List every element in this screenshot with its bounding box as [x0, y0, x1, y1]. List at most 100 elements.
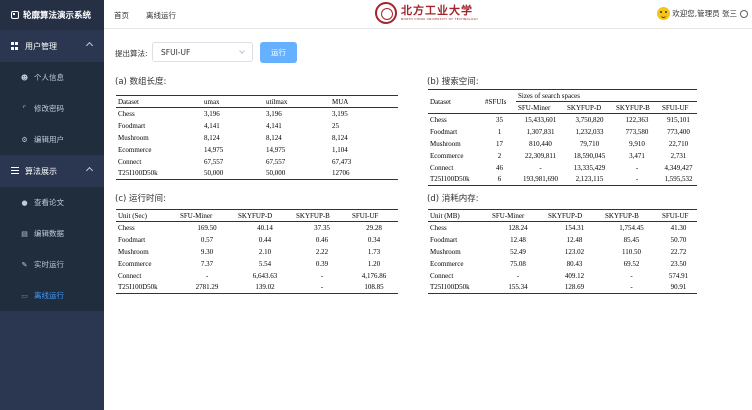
table-row: Ecommerce 2 22,309,811 18,590,045 3,471 2,731	[428, 150, 697, 162]
nav-home-link[interactable]: 首页	[114, 10, 129, 21]
table-cell: 15,433,601	[524, 115, 557, 124]
table-row: Foodmart 1 1,307,831 1,232,033 773,580 773,40…	[428, 126, 697, 138]
table-cell: 67,557	[266, 157, 286, 166]
table-row: Chess 128.24 154.31 1,754.45 41.30	[428, 222, 697, 234]
sidebar-item-label: 个人信息	[34, 73, 64, 82]
table-cell: 69.52	[623, 259, 640, 268]
table-cell: 0.57	[200, 235, 214, 244]
table-cell: 123.02	[564, 247, 585, 256]
sidebar-item-realtime-run[interactable]: ✎ 实时运行	[0, 249, 104, 280]
table-cell: 6	[483, 173, 516, 186]
chevron-up-icon	[85, 166, 94, 175]
table-cell: 90.91	[660, 281, 697, 294]
table-cell: Foodmart	[430, 235, 458, 244]
table-header-cell: SFUI-UF	[350, 209, 398, 222]
university-logo: 北方工业大学 NORTH CHINA UNIVERSITY OF TECHNOL…	[375, 2, 478, 24]
monitor-icon: ▭	[21, 291, 28, 300]
table-cell: 14,975	[204, 145, 224, 154]
table-row: Connect 46 - 13,335,429 - 4,349,427	[428, 162, 697, 174]
run-button[interactable]: 运行	[260, 42, 297, 63]
sidebar-item-view-paper[interactable]: ● 查看论文	[0, 187, 104, 218]
table-cell: Mushroom	[118, 247, 149, 256]
table-cell: 4,349,427	[664, 163, 693, 172]
table-cell: 40.14	[257, 223, 273, 232]
table-cell: Foodmart	[118, 235, 146, 244]
table-cell: 12.48	[510, 235, 526, 244]
settings-gear-icon[interactable]	[740, 9, 748, 18]
user-menu[interactable]: 欢迎您,管理员 张三	[657, 7, 748, 20]
table-cell: 122,363	[625, 115, 649, 124]
table-cell: 12.48	[566, 235, 583, 244]
table-cell: 41.30	[670, 223, 687, 232]
table-header-cell: SFU-Miner	[490, 209, 546, 222]
menu-group-user-management[interactable]: 用户管理	[0, 30, 104, 62]
table-header-cell: utilmax	[264, 95, 330, 108]
table-cell: 13,335,429	[573, 163, 606, 172]
table-cell: 35	[496, 115, 503, 124]
sidebar-item-edit-data[interactable]: ▤ 编辑数据	[0, 218, 104, 249]
app-brand: 轮廓算法演示系统	[0, 0, 104, 30]
table-cell: 50,000	[202, 167, 264, 180]
sidebar-item-profile[interactable]: ☻ 个人信息	[0, 62, 104, 93]
table-header-cell: SKYFUP-B	[294, 209, 350, 222]
table-search-space: Dataset #SFUIs Sizes of search spaces SFU-M…	[428, 89, 697, 186]
nav-offline-run-link[interactable]: 离线运行	[146, 10, 176, 21]
table-cell: 128.24	[508, 223, 528, 232]
sidebar-item-offline-run[interactable]: ▭ 离线运行	[0, 280, 104, 311]
table-cell: 14,975	[266, 145, 286, 154]
table-runtime: Unit (Sec) SFU-Miner SKYFUP-D SKYFUP-B SFUI-…	[116, 209, 398, 294]
table-cell: Mushroom	[118, 133, 149, 142]
table-cell: 22,309,811	[524, 151, 557, 160]
table-cell: 75.08	[510, 259, 526, 268]
table-row: Chess 35 15,433,601 3,750,820 122,363 915,101	[428, 114, 697, 126]
table-cell: -	[539, 163, 542, 172]
table-header-cell: SKYFUP-B	[614, 101, 660, 114]
edit-icon: ✎	[21, 260, 28, 269]
sidebar-item-edit-user[interactable]: ⚙ 编辑用户	[0, 124, 104, 155]
table-cell: 8,124	[204, 133, 220, 142]
table-cell: 79,710	[579, 139, 600, 148]
table-header-row: Dataset #SFUIs Sizes of search spaces	[428, 89, 697, 114]
table-cell: 773,580	[625, 127, 649, 136]
table-cell: 85.45	[623, 235, 640, 244]
table-cell: Connect	[118, 157, 142, 166]
table-cell: 155.34	[490, 281, 546, 294]
table-cell: 0.34	[367, 235, 381, 244]
table-row: Foodmart 0.57 0.44 0.46 0.34	[116, 234, 398, 246]
university-seal-icon	[375, 2, 397, 24]
table-header-cell: SKYFUP-B	[603, 209, 660, 222]
table-cell: Connect	[430, 163, 454, 172]
table-cell: 773,400	[667, 127, 690, 136]
table-cell: 29.28	[366, 223, 382, 232]
table-cell: -	[205, 271, 209, 280]
table-row: Ecommerce 7.37 5.54 0.39 1.20	[116, 258, 398, 270]
table-row: Connect - 409.12 - 574.91	[428, 270, 697, 282]
menu-group-label: 用户管理	[25, 41, 57, 51]
table-header-cell: #SFUIs	[483, 89, 516, 114]
table-row: Ecommerce 14,975 14,975 1,104	[116, 144, 398, 156]
table-cell: Connect	[430, 271, 454, 280]
sidebar-item-label: 编辑数据	[34, 229, 64, 238]
table-cell: 1.73	[367, 247, 381, 256]
section-title-a: (a) 数组长度:	[115, 77, 167, 87]
section-title-c: (c) 运行时间:	[115, 194, 166, 204]
table-cell: 17	[496, 139, 503, 148]
table-cell: 67,557	[204, 157, 224, 166]
table-header-cell: Dataset	[428, 89, 483, 114]
table-header-cell: Unit (Sec)	[116, 209, 178, 222]
top-header: 首页 离线运行 北方工业大学 NORTH CHINA UNIVERSITY OF…	[104, 0, 752, 29]
table-cell: 2.22	[315, 247, 329, 256]
table-cell: 4,141	[266, 121, 282, 130]
table-header-cell: MUA	[330, 95, 398, 108]
table-cell: 2,731	[670, 151, 687, 160]
table-cell: 22.72	[670, 247, 687, 256]
table-cell: 139.02	[236, 281, 294, 294]
table-cell: 3,196	[266, 109, 282, 118]
menu-group-algorithm-display[interactable]: 算法展示	[0, 155, 104, 187]
table-row: Mushroom 17 810,440 79,710 9,910 22,710	[428, 138, 697, 150]
sidebar-item-change-password[interactable]: ⌜ 修改密码	[0, 93, 104, 124]
table-cell: 8,124	[266, 133, 282, 142]
table-cell: 0.39	[315, 259, 329, 268]
table-cell: Foodmart	[430, 127, 458, 136]
algorithm-select[interactable]: SFUI-UF	[152, 42, 253, 62]
